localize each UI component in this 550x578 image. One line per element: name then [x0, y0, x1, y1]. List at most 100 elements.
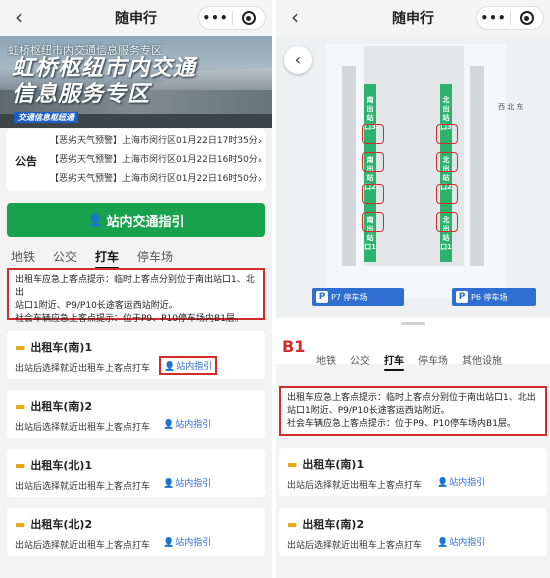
back-icon[interactable]: ‹: [284, 6, 306, 28]
taxi-card[interactable]: ▬ 出租车(北)2 出站后选择就近出租车上客点打车 👤站内指引: [7, 508, 265, 556]
notice-item[interactable]: 【恶劣天气预警】上海市闵行区01月22日16时50分… ›: [50, 170, 262, 189]
record-icon: [241, 11, 256, 25]
taxi-tip-box: 出租车应急上客点提示：临时上客点分别位于南出站口1、北出 站口1附近、P9/P1…: [279, 386, 547, 436]
taxi-card-title: ▬ 出租车(北)1: [15, 458, 93, 473]
taxi-pickup-marker[interactable]: [436, 212, 458, 232]
parking-p7[interactable]: P P7 停车场: [312, 288, 404, 306]
taxi-icon: ▬: [15, 340, 26, 354]
hero-tag: 交通信息枢纽通: [14, 112, 78, 123]
taxi-icon: ▬: [287, 457, 298, 471]
taxi-tip-box: 出租车应急上客点提示：临时上客点分别位于南出站口1、北出 站口1附近、P9/P1…: [7, 268, 265, 324]
chevron-right-icon: ›: [258, 155, 262, 166]
mini-program-capsule: •••: [476, 6, 544, 30]
close-program-button[interactable]: [233, 11, 265, 25]
record-icon: [519, 11, 534, 25]
tab-metro[interactable]: 地铁: [316, 352, 336, 367]
transport-tabs: 地铁 公交 打车 停车场: [11, 248, 191, 269]
chevron-right-icon: ›: [258, 174, 262, 185]
notice-item[interactable]: 【恶劣天气预警】上海市闵行区01月22日16时50分… ›: [50, 151, 262, 170]
taxi-pickup-marker[interactable]: [362, 184, 384, 204]
taxi-card[interactable]: ▬ 出租车(南)2 出站后选择就近出租车上客点打车 👤站内指引: [279, 508, 547, 556]
left-screen: ‹ 随申行 ••• 虹桥枢纽市内交通信息服务专区 虹桥枢纽市内交通 信息服务专区…: [0, 0, 272, 578]
taxi-card[interactable]: ▬ 出租车(南)2 出站后选择就近出租车上客点打车 👤站内指引: [7, 390, 265, 438]
compass-label: 西 北 东: [498, 103, 524, 111]
taxi-card-desc: 出站后选择就近出租车上客点打车: [15, 482, 151, 492]
taxi-pickup-marker[interactable]: [362, 124, 384, 144]
person-icon: 👤: [437, 538, 449, 548]
tab-other-facilities[interactable]: 其他设施: [462, 352, 502, 367]
tab-bus[interactable]: 公交: [350, 352, 370, 367]
person-icon: 👤: [163, 420, 175, 430]
map-corridor: [470, 66, 484, 266]
notice-item[interactable]: 【恶劣天气预警】上海市闵行区01月22日17时35分… ›: [50, 132, 262, 151]
mini-program-capsule: •••: [198, 6, 266, 30]
taxi-icon: ▬: [15, 517, 26, 531]
tip-line: 出租车应急上客点提示：临时上客点分别位于南出站口1、北出: [287, 393, 536, 403]
taxi-pickup-marker[interactable]: [362, 212, 384, 232]
tab-parking[interactable]: 停车场: [137, 248, 173, 265]
taxi-pickup-marker[interactable]: [436, 152, 458, 172]
more-menu-icon[interactable]: •••: [199, 11, 232, 25]
tab-bus[interactable]: 公交: [53, 248, 77, 265]
parking-icon: P: [316, 291, 328, 303]
station-guide-link[interactable]: 👤站内指引: [437, 475, 485, 488]
nav-bar: ‹ 随申行 •••: [0, 0, 272, 36]
person-icon: 👤: [163, 479, 175, 489]
tip-line: 出租车应急上客点提示：临时上客点分别位于南出站口1、北出: [15, 275, 255, 298]
taxi-card-desc: 出站后选择就近出租车上客点打车: [15, 541, 151, 551]
parking-icon: P: [456, 291, 468, 303]
taxi-pickup-marker[interactable]: [436, 184, 458, 204]
notice-label: 公告: [15, 155, 37, 168]
taxi-card[interactable]: ▬ 出租车(北)1 出站后选择就近出租车上客点打车 👤站内指引: [7, 449, 265, 497]
taxi-card-title: ▬ 出租车(南)1: [287, 457, 365, 472]
hero-title-line1: 虹桥枢纽市内交通: [12, 56, 197, 81]
taxi-card-title: ▬ 出租车(南)2: [15, 399, 93, 414]
hero-banner: 虹桥枢纽市内交通信息服务专区 虹桥枢纽市内交通 信息服务专区 交通信息枢纽通: [0, 36, 272, 128]
tip-line: 社会车辆应急上客点提示：位于P9、P10停车场内B1层。: [287, 419, 516, 429]
tab-parking[interactable]: 停车场: [418, 352, 448, 367]
tip-line: 站口1附近、P9/P10长途客运西站附近。: [15, 301, 178, 311]
tip-line: 社会车辆应急上客点提示：位于P9、P10停车场内B1层。: [15, 314, 244, 324]
station-map[interactable]: 南出站口3 南出站口2 南出站口1 北出站口3 北出站口2 北出站口1 西 北 …: [276, 36, 550, 316]
right-screen: ‹ 随申行 ••• 南出站口3 南出站口2 南出站口1 北出站口3 北出站口2 …: [276, 0, 550, 578]
notice-card: 公告 【恶劣天气预警】上海市闵行区01月22日17时35分… › 【恶劣天气预警】…: [6, 129, 266, 191]
taxi-icon: ▬: [15, 399, 26, 413]
taxi-card-desc: 出站后选择就近出租车上客点打车: [15, 423, 151, 433]
taxi-card-title: ▬ 出租车(南)1: [15, 340, 93, 355]
station-guide-link[interactable]: 👤站内指引: [437, 535, 485, 548]
station-guide-button[interactable]: 👤 站内交通指引: [7, 203, 265, 237]
map-back-button[interactable]: ‹: [284, 46, 312, 74]
tab-taxi[interactable]: 打车: [384, 352, 404, 371]
taxi-card-desc: 出站后选择就近出租车上客点打车: [287, 481, 423, 491]
person-icon: 👤: [164, 362, 176, 372]
taxi-pickup-marker[interactable]: [362, 152, 384, 172]
taxi-card-title: ▬ 出租车(北)2: [15, 517, 93, 532]
more-menu-icon[interactable]: •••: [477, 11, 510, 25]
floor-indicator[interactable]: B1: [282, 337, 305, 356]
transport-tabs: 地铁 公交 打车 停车场 其他设施: [316, 352, 516, 371]
tab-metro[interactable]: 地铁: [11, 248, 35, 265]
hero-title-line2: 信息服务专区: [12, 82, 151, 107]
parking-p6[interactable]: P P6 停车场: [452, 288, 536, 306]
station-guide-link[interactable]: 👤站内指引: [163, 417, 211, 430]
back-icon[interactable]: ‹: [8, 6, 30, 28]
tab-taxi[interactable]: 打车: [95, 248, 120, 269]
nav-bar: ‹ 随申行 •••: [276, 0, 550, 36]
station-guide-link[interactable]: 👤站内指引: [159, 356, 218, 375]
taxi-icon: ▬: [15, 458, 26, 472]
tip-line: 站口1附近、P9/P10长途客运西站附近。: [287, 406, 450, 416]
taxi-card[interactable]: ▬ 出租车(南)1 出站后选择就近出租车上客点打车 👤站内指引: [279, 448, 547, 496]
taxi-icon: ▬: [287, 517, 298, 531]
chevron-right-icon: ›: [258, 136, 262, 147]
taxi-card-title: ▬ 出租车(南)2: [287, 517, 365, 532]
sheet-drag-handle[interactable]: [276, 318, 550, 330]
close-program-button[interactable]: [511, 11, 543, 25]
taxi-pickup-marker[interactable]: [436, 124, 458, 144]
station-guide-link[interactable]: 👤站内指引: [163, 535, 211, 548]
taxi-card[interactable]: ▬ 出租车(南)1 出站后选择就近出租车上客点打车 👤站内指引: [7, 331, 265, 379]
floor-tab-row: B1 地铁 公交 打车 停车场 其他设施: [276, 330, 550, 371]
station-guide-link[interactable]: 👤站内指引: [163, 476, 211, 489]
person-icon: 👤: [437, 478, 449, 488]
person-icon: 👤: [87, 213, 103, 227]
taxi-card-desc: 出站后选择就近出租车上客点打车: [287, 541, 423, 551]
